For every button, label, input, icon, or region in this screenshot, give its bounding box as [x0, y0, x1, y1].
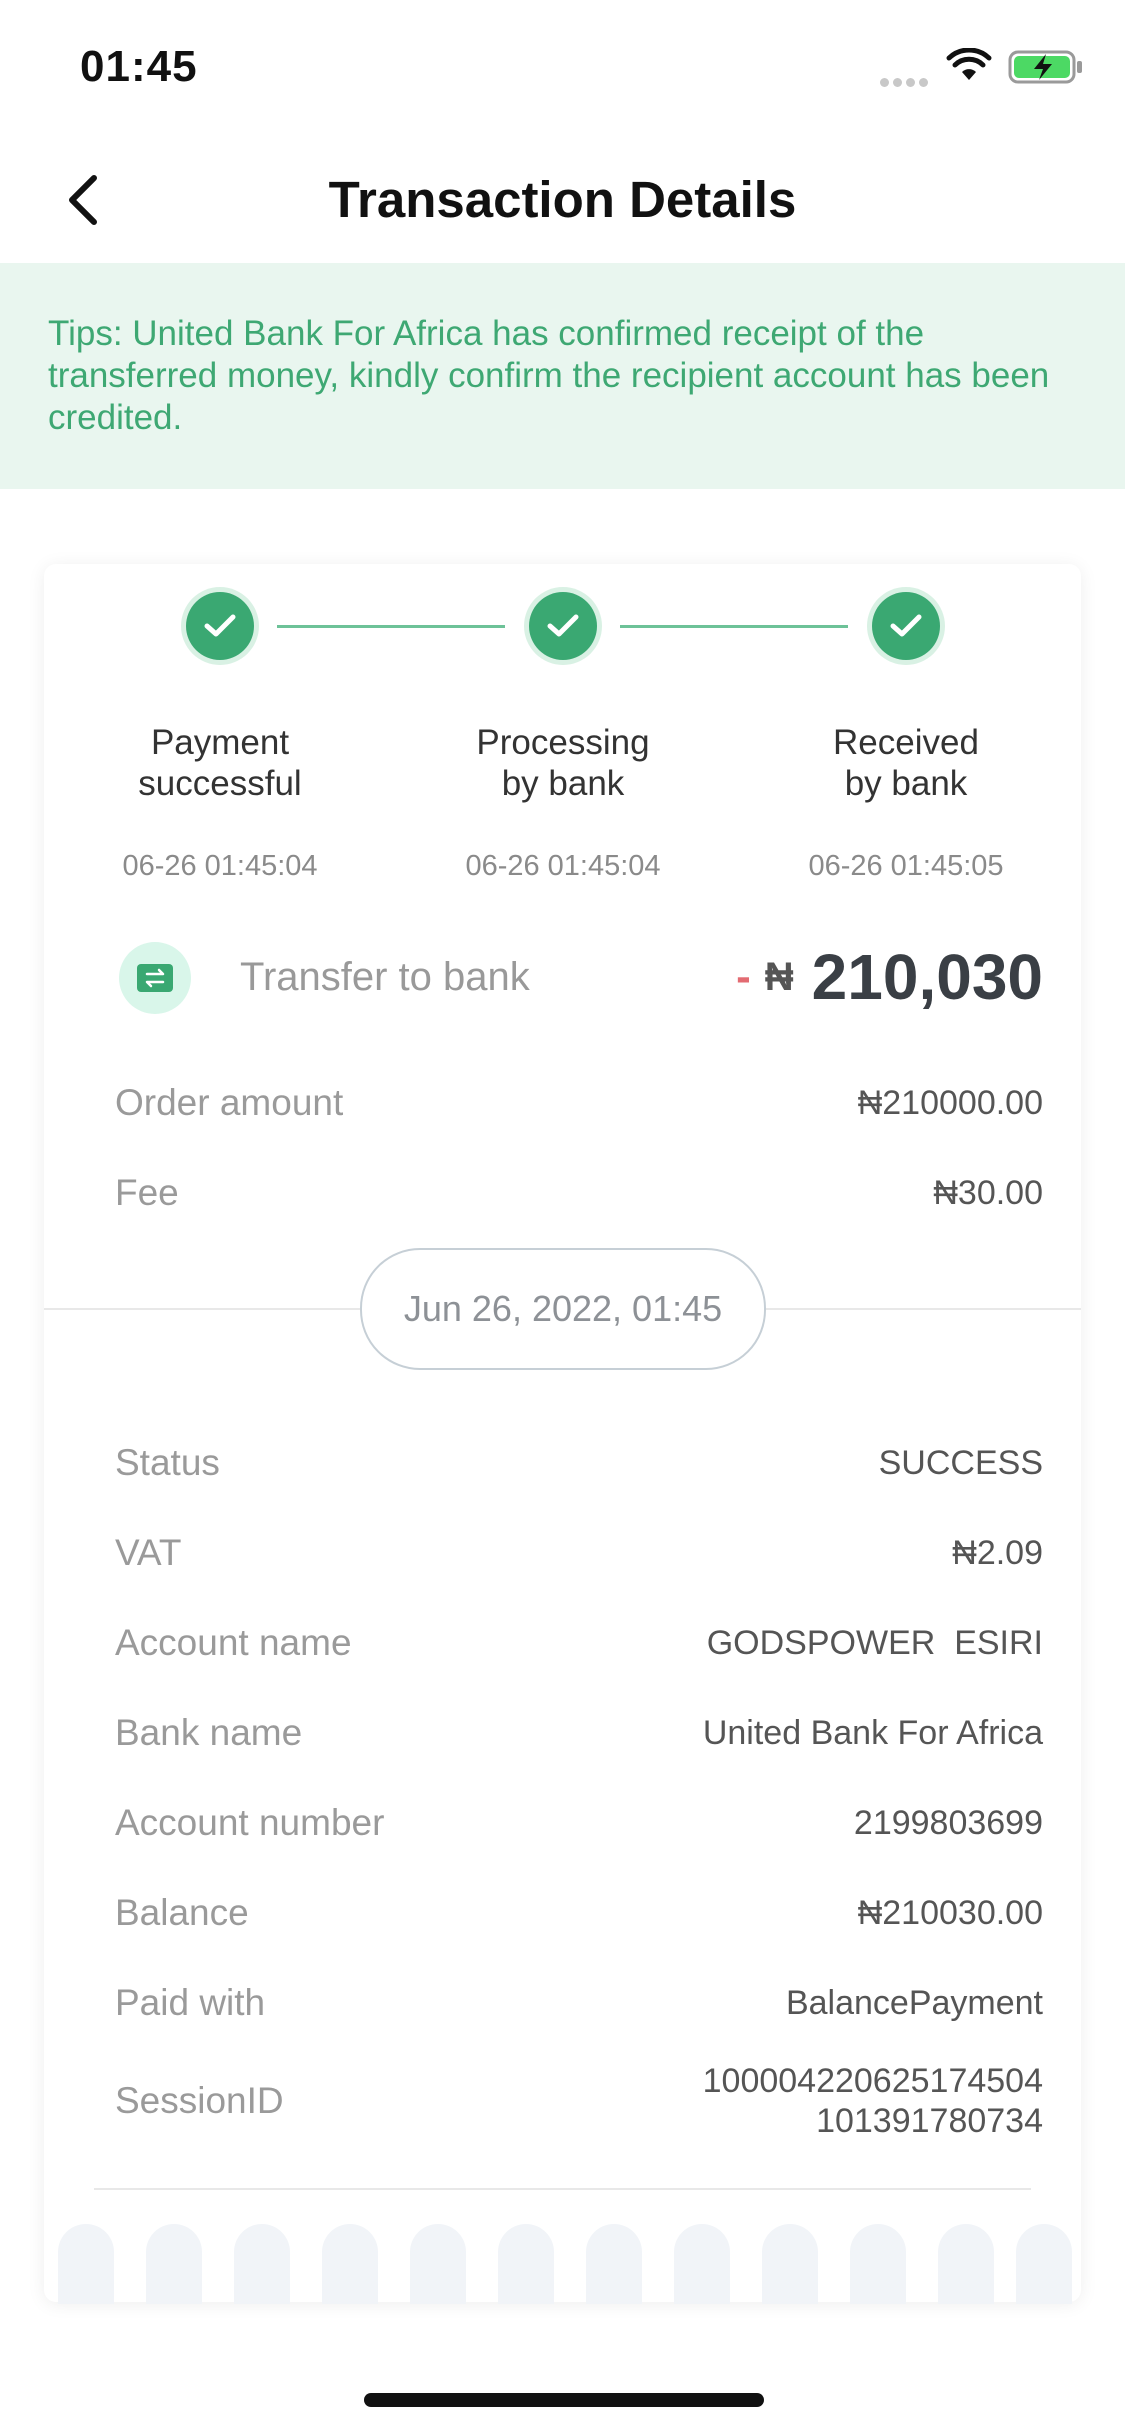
- account-name-value: GODSPOWER ESIRI: [706, 1623, 1043, 1662]
- step-1-time: 06-26 01:45:04: [122, 850, 318, 882]
- wifi-icon: [946, 48, 992, 80]
- balance-row: Balance ₦210030.00: [115, 1892, 1043, 1934]
- amount-value: 210,030: [811, 941, 1043, 1013]
- receipt-bottom-divider: [94, 2188, 1031, 2190]
- account-name-row: Account name GODSPOWER ESIRI: [115, 1622, 1043, 1664]
- account-number-value: 2199803699: [853, 1803, 1043, 1842]
- paid-with-value: BalancePayment: [785, 1983, 1043, 2022]
- status-bar: 01:45: [0, 0, 1125, 130]
- account-number-label: Account number: [115, 1802, 385, 1843]
- fee-row: Fee ₦30.00: [115, 1172, 1043, 1214]
- order-amount-row: Order amount ₦210000.00: [115, 1082, 1043, 1124]
- session-id-value: 100004220625174504 101391780734: [703, 2061, 1043, 2141]
- step-1-check-icon: [186, 592, 254, 660]
- tips-text: Tips: United Bank For Africa has confirm…: [48, 314, 1050, 437]
- vat-row: VAT ₦2.09: [115, 1532, 1043, 1574]
- bank-name-value: United Bank For Africa: [702, 1713, 1043, 1752]
- step-1-label: Payment successful: [70, 722, 370, 804]
- step-2-label-line1: Processing: [476, 723, 650, 762]
- step-2-label: Processing by bank: [413, 722, 713, 804]
- step-2-check-icon: [529, 592, 597, 660]
- step-connector: [277, 625, 505, 628]
- paid-with-label: Paid with: [115, 1982, 266, 2023]
- receipt-torn-edge: [44, 2224, 1081, 2304]
- bank-name-label: Bank name: [115, 1712, 303, 1753]
- session-id-row: SessionID 100004220625174504 10139178073…: [115, 2056, 1043, 2146]
- step-2-label-line2: by bank: [501, 764, 625, 803]
- nav-header: Transaction Details: [0, 140, 1125, 260]
- session-id-value-line2: 101391780734: [816, 2102, 1043, 2140]
- battery-charging-icon: [1008, 50, 1082, 84]
- step-3-label-line1: Received: [833, 723, 979, 762]
- step-1-label-line2: successful: [138, 764, 302, 803]
- transaction-card: Payment successful Processing by bank Re…: [44, 564, 1081, 2304]
- tips-banner: Tips: United Bank For Africa has confirm…: [0, 263, 1125, 489]
- fee-label: Fee: [115, 1172, 179, 1213]
- account-number-row: Account number 2199803699: [115, 1802, 1043, 1844]
- fee-value: ₦30.00: [933, 1173, 1043, 1212]
- step-3-label-line2: by bank: [844, 764, 968, 803]
- step-2-time: 06-26 01:45:04: [465, 850, 661, 882]
- cellular-signal-icon: [880, 74, 932, 87]
- transaction-date-pill: Jun 26, 2022, 01:45: [360, 1248, 766, 1370]
- account-name-label: Account name: [115, 1622, 352, 1663]
- order-amount-label: Order amount: [115, 1082, 344, 1123]
- amount-sign: -: [736, 952, 751, 1001]
- page-title: Transaction Details: [328, 171, 797, 228]
- status-row: Status SUCCESS: [115, 1442, 1043, 1484]
- session-id-label: SessionID: [115, 2080, 284, 2121]
- vat-value: ₦2.09: [952, 1533, 1043, 1572]
- step-3-label: Received by bank: [756, 722, 1056, 804]
- currency-symbol: ₦: [764, 954, 794, 999]
- transfer-type-label: Transfer to bank: [240, 955, 530, 999]
- vat-label: VAT: [115, 1532, 182, 1573]
- home-indicator[interactable]: [364, 2393, 764, 2407]
- balance-label: Balance: [115, 1892, 249, 1933]
- status-value: SUCCESS: [878, 1443, 1043, 1482]
- step-3-check-icon: [872, 592, 940, 660]
- step-connector: [620, 625, 848, 628]
- transfer-amount: - ₦ 210,030: [736, 940, 1043, 1014]
- session-id-value-line1: 100004220625174504: [702, 2062, 1043, 2100]
- balance-value: ₦210030.00: [857, 1893, 1043, 1932]
- step-3-time: 06-26 01:45:05: [808, 850, 1004, 882]
- paid-with-row: Paid with BalancePayment: [115, 1982, 1043, 2024]
- order-amount-value: ₦210000.00: [857, 1083, 1043, 1122]
- transfer-icon: [119, 942, 191, 1014]
- status-label: Status: [115, 1442, 220, 1483]
- status-time: 01:45: [80, 42, 198, 91]
- step-1-label-line1: Payment: [150, 723, 290, 762]
- bank-name-row: Bank name United Bank For Africa: [115, 1712, 1043, 1754]
